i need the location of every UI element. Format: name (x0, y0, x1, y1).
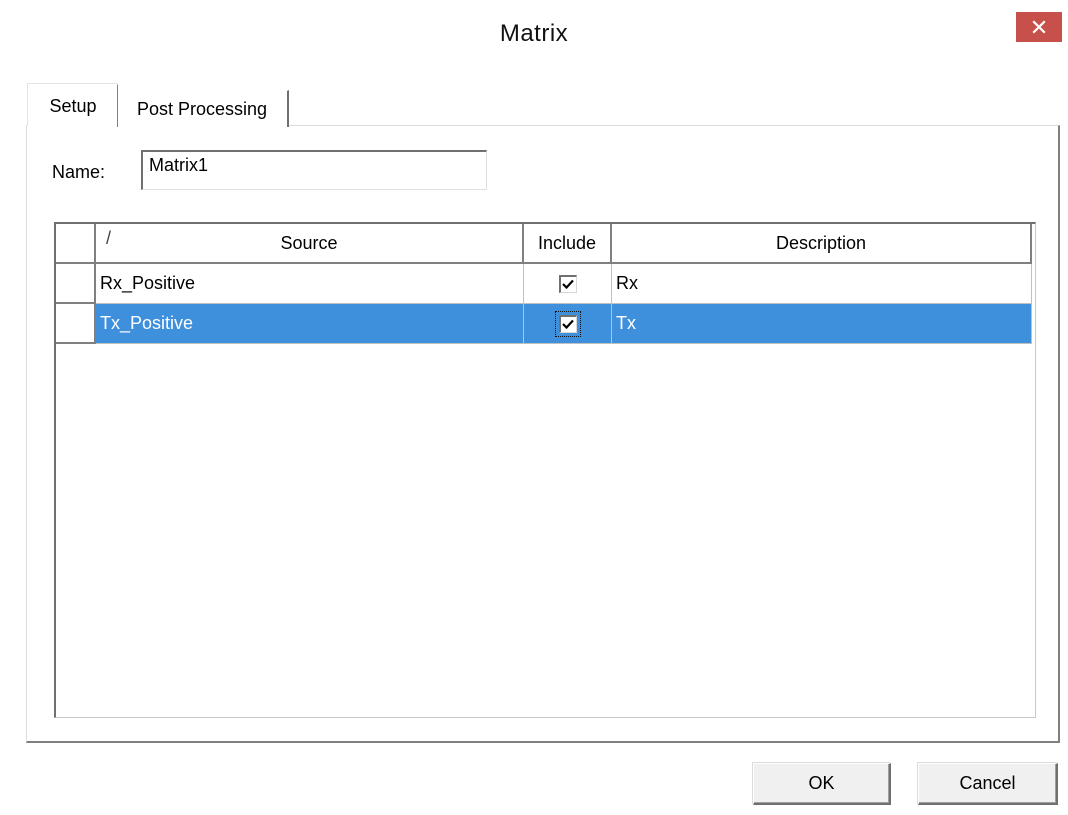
tab-setup[interactable]: Setup (28, 84, 118, 127)
close-button[interactable] (1016, 12, 1062, 42)
table-row[interactable]: Rx_Positive Rx (56, 264, 1035, 304)
row-selector[interactable] (56, 304, 96, 344)
row-selector[interactable] (56, 264, 96, 304)
include-cell[interactable] (524, 304, 612, 344)
checkmark-icon (562, 319, 574, 329)
source-cell[interactable]: Rx_Positive (96, 264, 524, 304)
ok-button[interactable]: OK (753, 763, 891, 805)
window-title: Matrix (499, 20, 569, 47)
close-icon (1032, 20, 1046, 34)
sort-indicator: / (106, 228, 112, 248)
tab-post-processing[interactable]: Post Processing (117, 90, 289, 127)
title-bar: Matrix (0, 0, 1068, 82)
include-cell[interactable] (524, 264, 612, 304)
header-source[interactable]: / Source (96, 224, 524, 264)
name-label: Name: (52, 162, 106, 182)
grid-header-row: / Source Include Description (56, 224, 1035, 264)
description-cell[interactable]: Tx (612, 304, 1032, 344)
include-checkbox[interactable] (558, 274, 577, 293)
table-row-selected[interactable]: Tx_Positive Tx (56, 304, 1035, 344)
header-source-label: Source (280, 232, 338, 253)
name-input[interactable] (141, 150, 487, 190)
source-cell[interactable]: Tx_Positive (96, 304, 524, 344)
cancel-button[interactable]: Cancel (918, 763, 1058, 805)
focus-rectangle (554, 310, 581, 337)
source-grid: / Source Include Description Rx_Positive… (54, 222, 1036, 718)
header-row-selector[interactable] (56, 224, 96, 264)
include-checkbox[interactable] (558, 314, 577, 333)
header-description[interactable]: Description (612, 224, 1032, 264)
header-include[interactable]: Include (524, 224, 612, 264)
checkmark-icon (562, 279, 574, 289)
description-cell[interactable]: Rx (612, 264, 1032, 304)
